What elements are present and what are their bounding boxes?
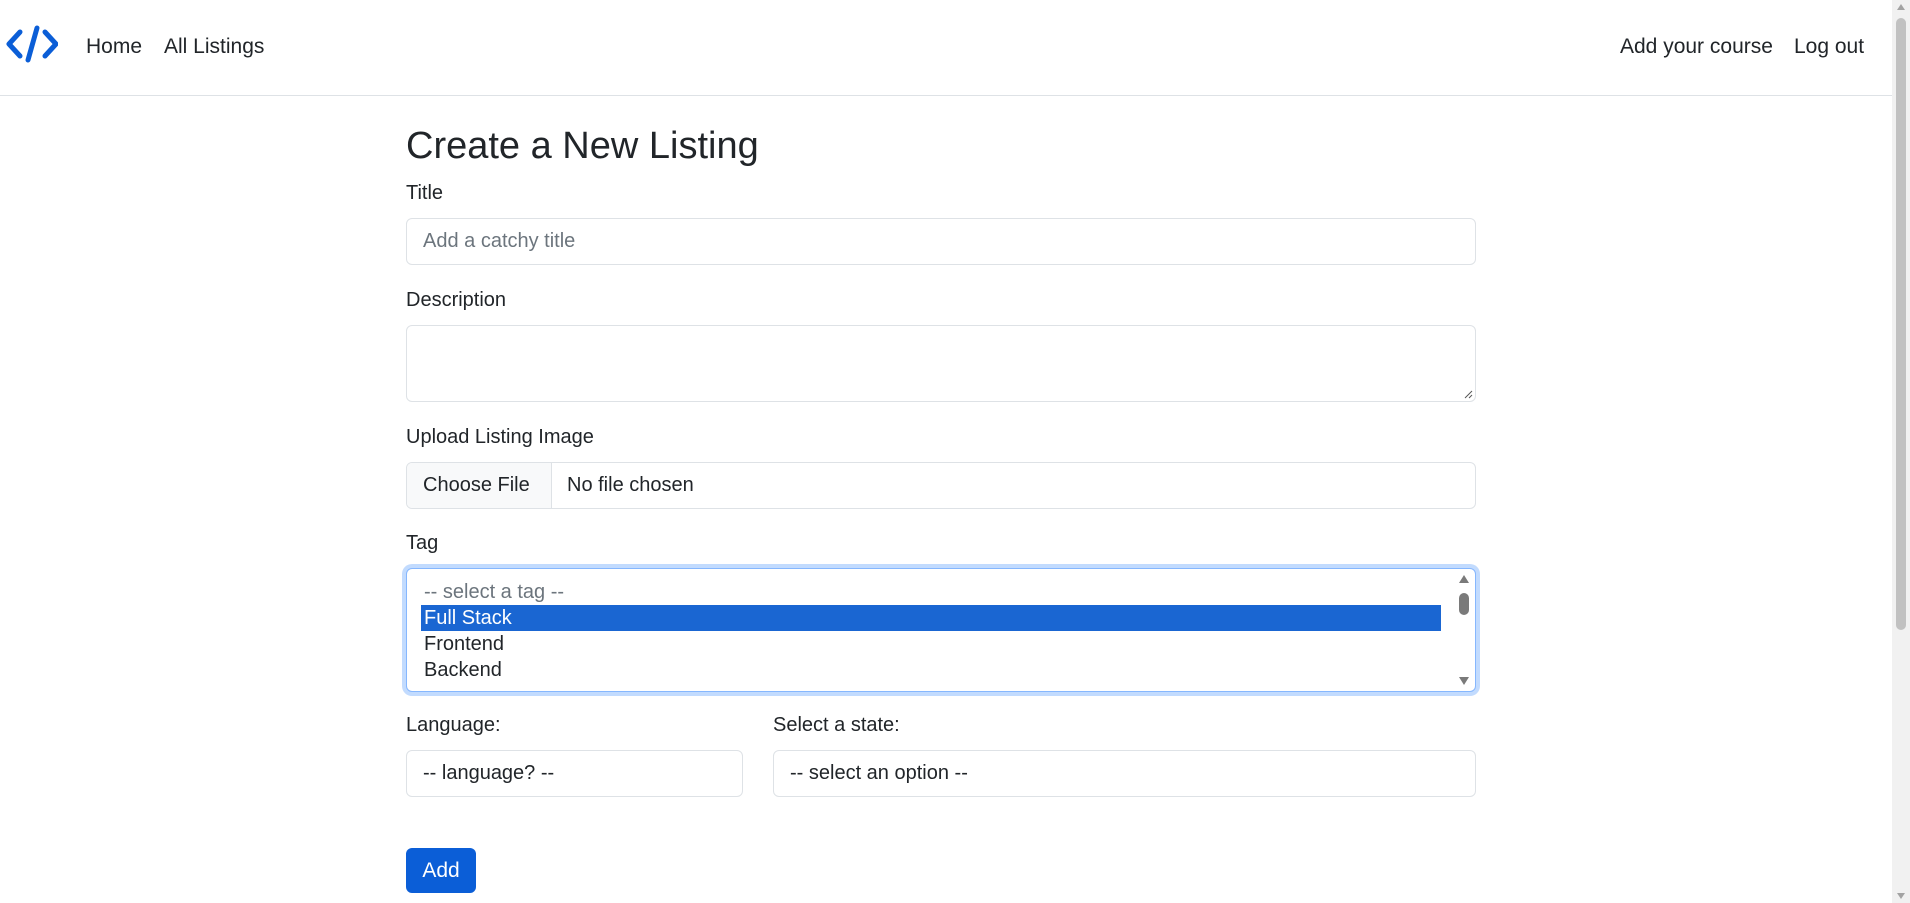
state-select[interactable]: -- select an option -- bbox=[773, 750, 1476, 797]
form-container: Create a New Listing Title Add a catchy … bbox=[406, 96, 1476, 903]
image-label: Upload Listing Image bbox=[406, 426, 594, 448]
choose-file-button[interactable]: Choose File bbox=[407, 463, 552, 508]
language-label: Language: bbox=[406, 714, 501, 736]
page-title: Create a New Listing bbox=[406, 125, 759, 167]
navbar: Home All Listings Add your course Log ou… bbox=[0, 0, 1892, 96]
language-select[interactable]: -- language? -- bbox=[406, 750, 743, 797]
tag-option[interactable]: Backend bbox=[421, 657, 1441, 683]
listbox-scroll-up-icon[interactable] bbox=[1459, 575, 1469, 583]
listbox-scroll-thumb[interactable] bbox=[1459, 593, 1469, 615]
title-input[interactable]: Add a catchy title bbox=[406, 218, 1476, 265]
tag-option[interactable]: -- select a tag -- bbox=[421, 579, 1441, 605]
nav-add-course-link[interactable]: Add your course bbox=[1620, 33, 1773, 61]
scroll-up-arrow-icon[interactable] bbox=[1897, 4, 1905, 10]
tag-option-selected[interactable]: Full Stack bbox=[421, 605, 1441, 631]
tag-label: Tag bbox=[406, 532, 439, 554]
description-textarea[interactable] bbox=[406, 325, 1476, 402]
code-icon[interactable] bbox=[6, 24, 59, 64]
state-label: Select a state: bbox=[773, 714, 900, 736]
page-scrollbar[interactable] bbox=[1892, 0, 1910, 903]
title-label: Title bbox=[406, 182, 444, 204]
file-status: No file chosen bbox=[567, 474, 694, 496]
tag-listbox-scrollbar[interactable] bbox=[1457, 573, 1471, 687]
scroll-down-arrow-icon[interactable] bbox=[1897, 893, 1905, 899]
image-file-input[interactable]: Choose File No file chosen bbox=[406, 462, 1476, 509]
add-button[interactable]: Add bbox=[406, 848, 476, 893]
tag-listbox[interactable]: -- select a tag -- Full Stack Frontend B… bbox=[406, 568, 1476, 692]
nav-home-link[interactable]: Home bbox=[86, 33, 142, 61]
title-placeholder: Add a catchy title bbox=[423, 230, 576, 252]
scrollbar-thumb[interactable] bbox=[1896, 18, 1906, 630]
listbox-scroll-down-icon[interactable] bbox=[1459, 677, 1469, 685]
nav-all-listings-link[interactable]: All Listings bbox=[164, 33, 264, 61]
resize-grip-icon[interactable] bbox=[1463, 389, 1473, 399]
nav-logout-link[interactable]: Log out bbox=[1794, 33, 1864, 61]
tag-option[interactable]: Frontend bbox=[421, 631, 1441, 657]
description-label: Description bbox=[406, 289, 507, 311]
